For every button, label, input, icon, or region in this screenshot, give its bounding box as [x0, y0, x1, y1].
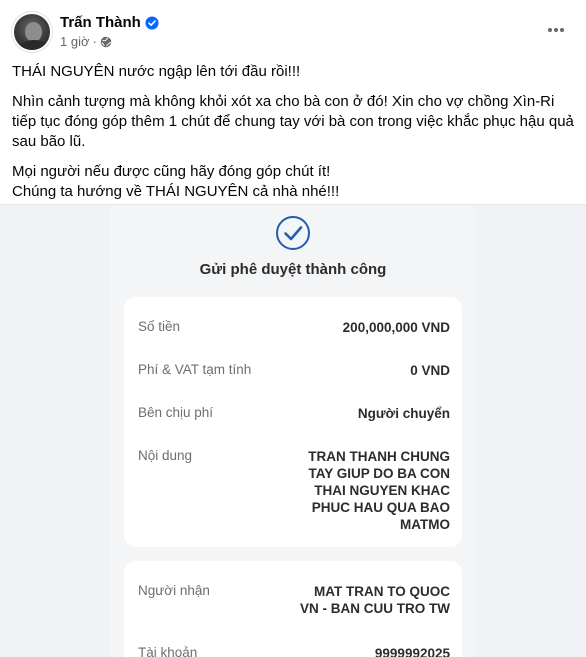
- check-circle-icon: [276, 216, 310, 250]
- post-text: THÁI NGUYÊN nước ngập lên tới đầu rồi!!!…: [12, 62, 577, 212]
- amount-value: 200,000,000 VND: [342, 320, 450, 335]
- transfer-receipt-image[interactable]: Gửi phê duyệt thành công Số tiền 200,000…: [110, 205, 476, 657]
- author-line: Trấn Thành: [60, 14, 159, 31]
- content-value: TRAN THANH CHUNG TAY GIUP DO BA CON THAI…: [308, 449, 450, 532]
- post-paragraph: THÁI NGUYÊN nước ngập lên tới đầu rồi!!!: [12, 63, 301, 80]
- receipt-title: Gửi phê duyệt thành công: [199, 261, 387, 278]
- recipient-label: Người nhận: [138, 583, 210, 598]
- post-time[interactable]: 1 giờ: [60, 34, 90, 49]
- fee-payer-label: Bên chịu phí: [138, 405, 214, 420]
- globe-icon[interactable]: [100, 36, 112, 48]
- content-label: Nội dung: [138, 448, 193, 463]
- post-header: Trấn Thành 1 giờ ·: [12, 12, 574, 56]
- post-meta: 1 giờ ·: [60, 34, 112, 49]
- fee-label: Phí & VAT tạm tính: [138, 362, 252, 377]
- meta-separator: ·: [92, 34, 97, 49]
- verified-badge-icon: [145, 15, 159, 30]
- fee-value: 0 VND: [410, 363, 450, 378]
- post-paragraph: Mọi người nếu được cũng hãy đóng góp chú…: [12, 163, 340, 200]
- more-options-icon: [548, 28, 564, 32]
- author-name[interactable]: Trấn Thành: [60, 14, 141, 31]
- recipient-card: Người nhận MAT TRAN TO QUOC VN - BAN CUU…: [124, 561, 462, 657]
- fee-payer-value: Người chuyển: [357, 406, 450, 421]
- recipient-value: MAT TRAN TO QUOC VN - BAN CUU TRO TW: [300, 584, 450, 616]
- account-label: Tài khoản: [138, 645, 198, 657]
- receipt-details-card: Số tiền 200,000,000 VND Phí & VAT tạm tí…: [124, 297, 462, 547]
- more-options-button[interactable]: [544, 18, 568, 42]
- account-value: 9999992025: [374, 646, 450, 657]
- amount-label: Số tiền: [138, 319, 181, 334]
- post-paragraph: Nhìn cảnh tượng mà không khỏi xót xa cho…: [12, 93, 574, 150]
- avatar[interactable]: [12, 12, 52, 52]
